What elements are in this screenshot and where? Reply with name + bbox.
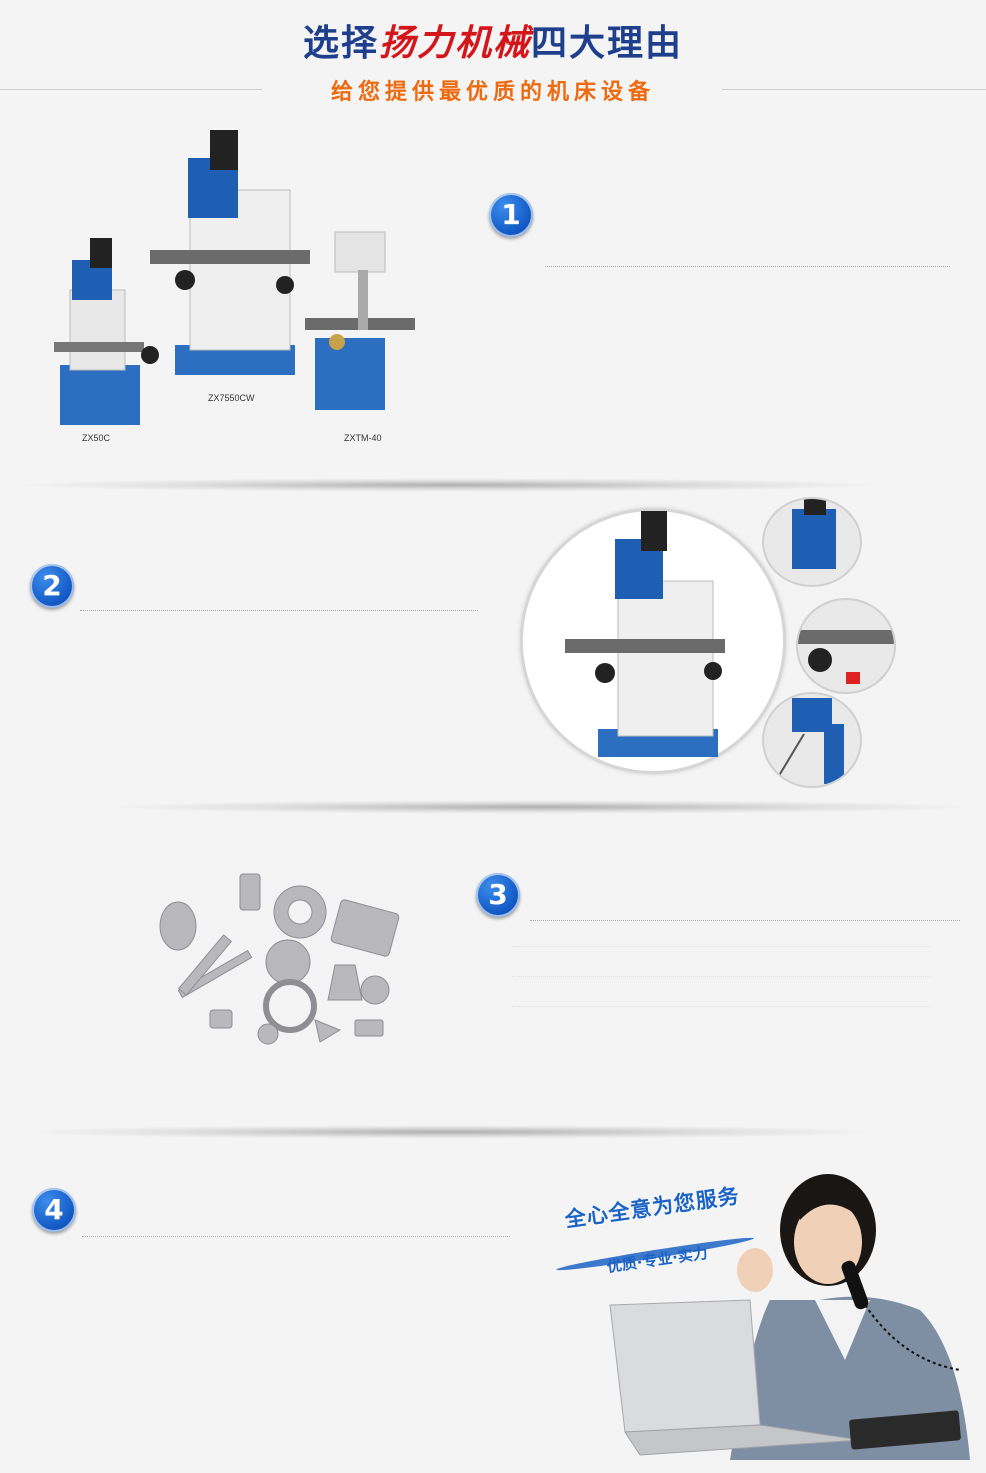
reason-2-underline <box>80 610 478 611</box>
machine-caption-center: ZX7550CW <box>208 393 255 403</box>
detail-thumb-3 <box>762 692 862 788</box>
reason-3-line-3 <box>512 976 930 977</box>
reason-3-line-2 <box>512 946 930 947</box>
reason-4-badge: 4 <box>32 1188 76 1232</box>
machine-parts-image <box>150 870 420 1050</box>
reason-1-underline <box>545 266 950 267</box>
reason-1-badge: 1 <box>489 193 533 237</box>
reason-2-badge: 2 <box>30 564 74 608</box>
reason-3-line-4 <box>512 1006 930 1007</box>
machine-caption-left: ZX50C <box>82 433 111 443</box>
page-subtitle: 给您提供最优质的机床设备 <box>330 80 655 105</box>
section-divider-1 <box>10 478 890 492</box>
service-representative-image <box>600 1160 980 1460</box>
detail-thumb-2 <box>796 598 896 694</box>
reason-4-underline <box>82 1236 510 1237</box>
section-divider-2 <box>100 800 980 814</box>
title-suffix: 四大理由 <box>531 23 684 64</box>
detail-thumb-1 <box>762 497 862 587</box>
title-prefix: 选择 <box>302 23 379 64</box>
reason-3-underline <box>530 920 960 921</box>
machine-caption-right: ZXTM-40 <box>344 433 382 443</box>
machine-detail-main <box>520 508 786 774</box>
reason-3-badge: 3 <box>476 873 520 917</box>
page-title: 选择扬力机械四大理由 <box>0 14 986 66</box>
title-brand: 扬力机械 <box>378 22 531 64</box>
section-divider-3 <box>10 1125 890 1139</box>
subtitle-block: 给您提供最优质的机床设备 <box>0 72 986 108</box>
machines-image: ZX7550CW ZX50C ZXTM-40 <box>40 120 440 450</box>
